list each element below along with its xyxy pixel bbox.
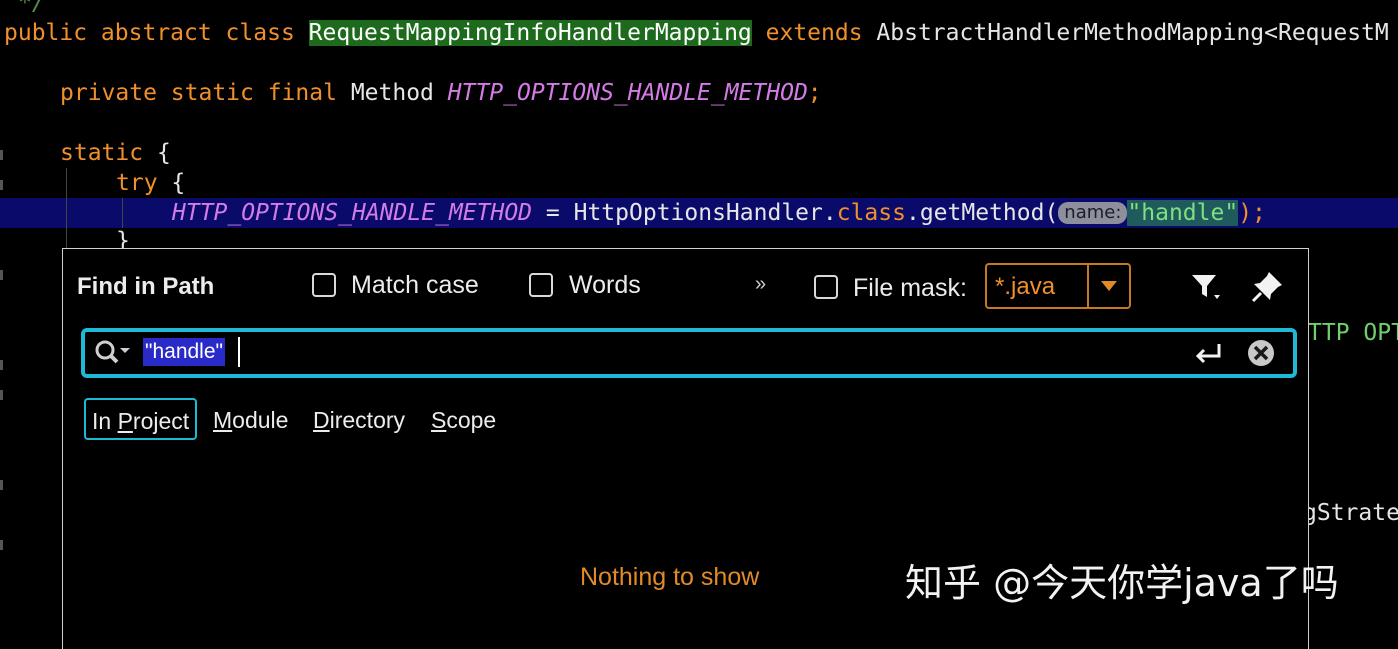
watermark: 知乎 @今天你学java了吗 <box>905 561 1339 605</box>
scope-label-part: odule <box>232 407 289 433</box>
match-case-label[interactable]: Match case <box>351 271 479 300</box>
brace: { <box>171 170 186 196</box>
keyword: private static final <box>60 80 337 106</box>
mnemonic-key: P <box>117 408 133 434</box>
search-history-icon[interactable] <box>93 338 133 368</box>
parameter-hint: name: <box>1058 202 1128 224</box>
scope-label-part: irectory <box>329 407 406 433</box>
assignment-line: HTTP_OPTIONS_HANDLE_METHOD = HttpOptions… <box>172 198 1266 228</box>
gutter-marker <box>0 480 3 490</box>
field-name: HTTP_OPTIONS_HANDLE_METHOD <box>172 200 533 226</box>
enter-icon <box>1195 344 1221 364</box>
mnemonic-key: D <box>313 407 330 433</box>
scope-tab-module[interactable]: Module <box>213 399 288 441</box>
scope-tab-directory[interactable]: Directory <box>313 399 405 441</box>
comment-end: */ <box>18 0 46 16</box>
scope-label-part: In <box>92 408 118 434</box>
chevron-down-icon[interactable] <box>1101 281 1117 291</box>
file-mask-label[interactable]: File mask: <box>853 274 967 303</box>
gutter-marker <box>0 150 3 160</box>
keyword: public abstract class <box>4 20 295 46</box>
clear-icon[interactable] <box>1245 337 1277 369</box>
class-declaration-line: public abstract class RequestMappingInfo… <box>4 18 1389 48</box>
search-input[interactable]: "handle" <box>143 338 225 366</box>
semicolon: ; <box>807 80 822 106</box>
filter-icon[interactable] <box>1189 269 1223 303</box>
empty-results-message: Nothing to show <box>580 563 760 591</box>
call: HttpOptionsHandler. <box>573 200 837 226</box>
call: .getMethod( <box>905 200 1059 226</box>
string-literal: "handle" <box>1127 200 1239 226</box>
field-name: HTTP_OPTIONS_HANDLE_METHOD <box>447 80 808 106</box>
file-mask-checkbox[interactable] <box>814 275 838 299</box>
try-line: try { <box>116 168 185 198</box>
words-label[interactable]: Words <box>569 271 641 300</box>
mnemonic-key: S <box>431 407 447 433</box>
class-name: RequestMappingInfoHandlerMapping <box>308 20 752 46</box>
brace: { <box>156 140 171 166</box>
closing-brace: } <box>116 228 130 248</box>
scope-label-part: cope <box>446 407 497 433</box>
operator: = <box>545 200 560 226</box>
gutter-marker <box>0 540 3 550</box>
code-fragment: TTP OPT <box>1308 320 1398 346</box>
scope-tab-scope[interactable]: Scope <box>431 399 496 441</box>
words-checkbox[interactable] <box>529 273 553 297</box>
scope-tab-in-project[interactable]: In Project <box>84 398 198 440</box>
more-options-button[interactable]: » <box>755 273 766 296</box>
pin-icon[interactable] <box>1251 269 1285 303</box>
indent-guide <box>122 198 123 228</box>
mnemonic-key: M <box>213 407 233 433</box>
indent-guide <box>66 168 67 248</box>
code-fragment: gStrate <box>1303 500 1398 526</box>
dialog-title: Find in Path <box>77 273 215 300</box>
keyword: class <box>836 200 906 226</box>
superclass: AbstractHandlerMethodMapping<RequestM <box>876 20 1389 46</box>
gutter-marker <box>0 180 3 190</box>
keyword: extends <box>765 20 863 46</box>
keyword: static <box>60 140 144 166</box>
scope-label-part: roject <box>132 408 190 434</box>
gutter-marker <box>0 270 3 280</box>
keyword: try <box>116 170 158 196</box>
file-mask-value[interactable]: *.java <box>995 273 1055 301</box>
file-mask-combo[interactable]: *.java <box>985 263 1131 309</box>
gutter-marker <box>0 390 3 400</box>
combo-divider <box>1087 265 1089 307</box>
search-field[interactable]: "handle" <box>81 328 1297 378</box>
type-name: Method <box>350 80 434 106</box>
static-block-line: static { <box>60 138 171 168</box>
gutter-marker <box>0 360 3 370</box>
match-case-checkbox[interactable] <box>312 273 336 297</box>
text-caret <box>238 337 240 367</box>
field-declaration-line: private static final Method HTTP_OPTIONS… <box>60 78 822 108</box>
call-end: ); <box>1238 200 1266 226</box>
scope-tab-label: In Project <box>92 408 189 434</box>
